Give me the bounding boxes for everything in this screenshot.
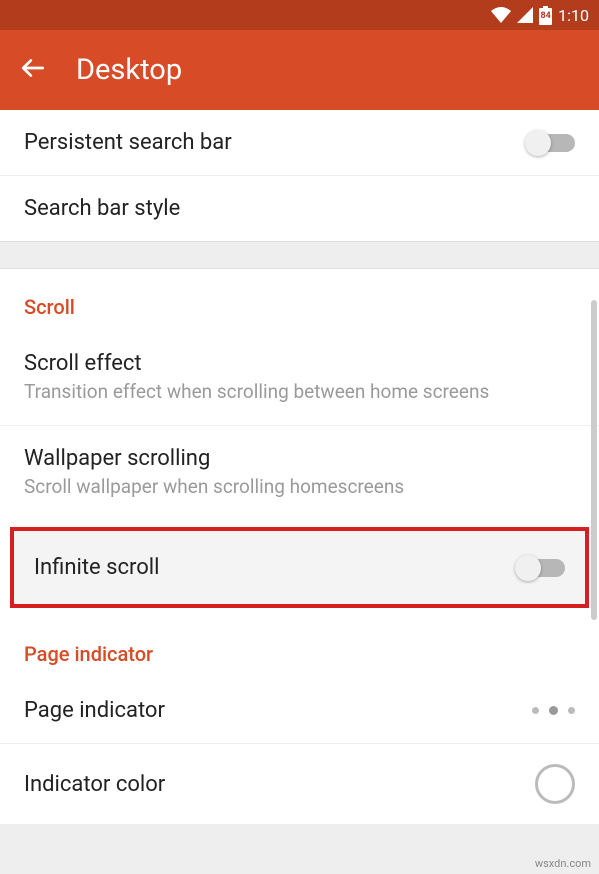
status-time: 1:10 (558, 6, 589, 25)
row-search-bar-style[interactable]: Search bar style (0, 176, 599, 241)
row-scroll-effect[interactable]: Scroll effect Transition effect when scr… (0, 331, 599, 426)
app-bar: Desktop (0, 30, 599, 110)
row-title: Scroll effect (24, 351, 575, 376)
row-page-indicator[interactable]: Page indicator (0, 678, 599, 744)
section-header-page-indicator: Page indicator (0, 616, 599, 678)
row-subtitle: Scroll wallpaper when scrolling homescre… (24, 475, 575, 500)
watermark: wsxdn.com (535, 857, 591, 870)
row-title: Search bar style (24, 196, 575, 221)
row-title: Infinite scroll (34, 555, 160, 580)
content: Persistent search bar Search bar style S… (0, 110, 599, 824)
toggle-infinite-scroll[interactable] (517, 559, 565, 577)
row-subtitle: Transition effect when scrolling between… (24, 380, 575, 405)
page-indicator-dots-icon (532, 706, 575, 715)
toggle-knob (515, 555, 541, 581)
toggle-persistent-search[interactable] (527, 134, 575, 152)
dot-active-icon (549, 706, 558, 715)
color-swatch-icon (535, 764, 575, 804)
section-header-scroll: Scroll (0, 269, 599, 331)
row-infinite-scroll-highlighted[interactable]: Infinite scroll (10, 527, 589, 608)
battery-icon: 84 (539, 6, 552, 25)
toggle-knob (525, 130, 551, 156)
wifi-icon (491, 7, 511, 23)
back-icon[interactable] (20, 55, 46, 85)
row-title: Persistent search bar (24, 130, 527, 155)
battery-level: 84 (540, 11, 551, 21)
dot-icon (532, 707, 539, 714)
row-indicator-color[interactable]: Indicator color (0, 744, 599, 824)
status-bar: 84 1:10 (0, 0, 599, 30)
row-title: Wallpaper scrolling (24, 446, 575, 471)
row-title: Indicator color (24, 772, 535, 797)
row-persistent-search[interactable]: Persistent search bar (0, 110, 599, 176)
signal-icon (517, 7, 533, 23)
row-title: Page indicator (24, 698, 532, 723)
dot-icon (568, 707, 575, 714)
scrollbar[interactable] (591, 300, 597, 620)
page-title: Desktop (76, 53, 182, 87)
section-gap (0, 241, 599, 269)
row-wallpaper-scrolling[interactable]: Wallpaper scrolling Scroll wallpaper whe… (0, 426, 599, 520)
